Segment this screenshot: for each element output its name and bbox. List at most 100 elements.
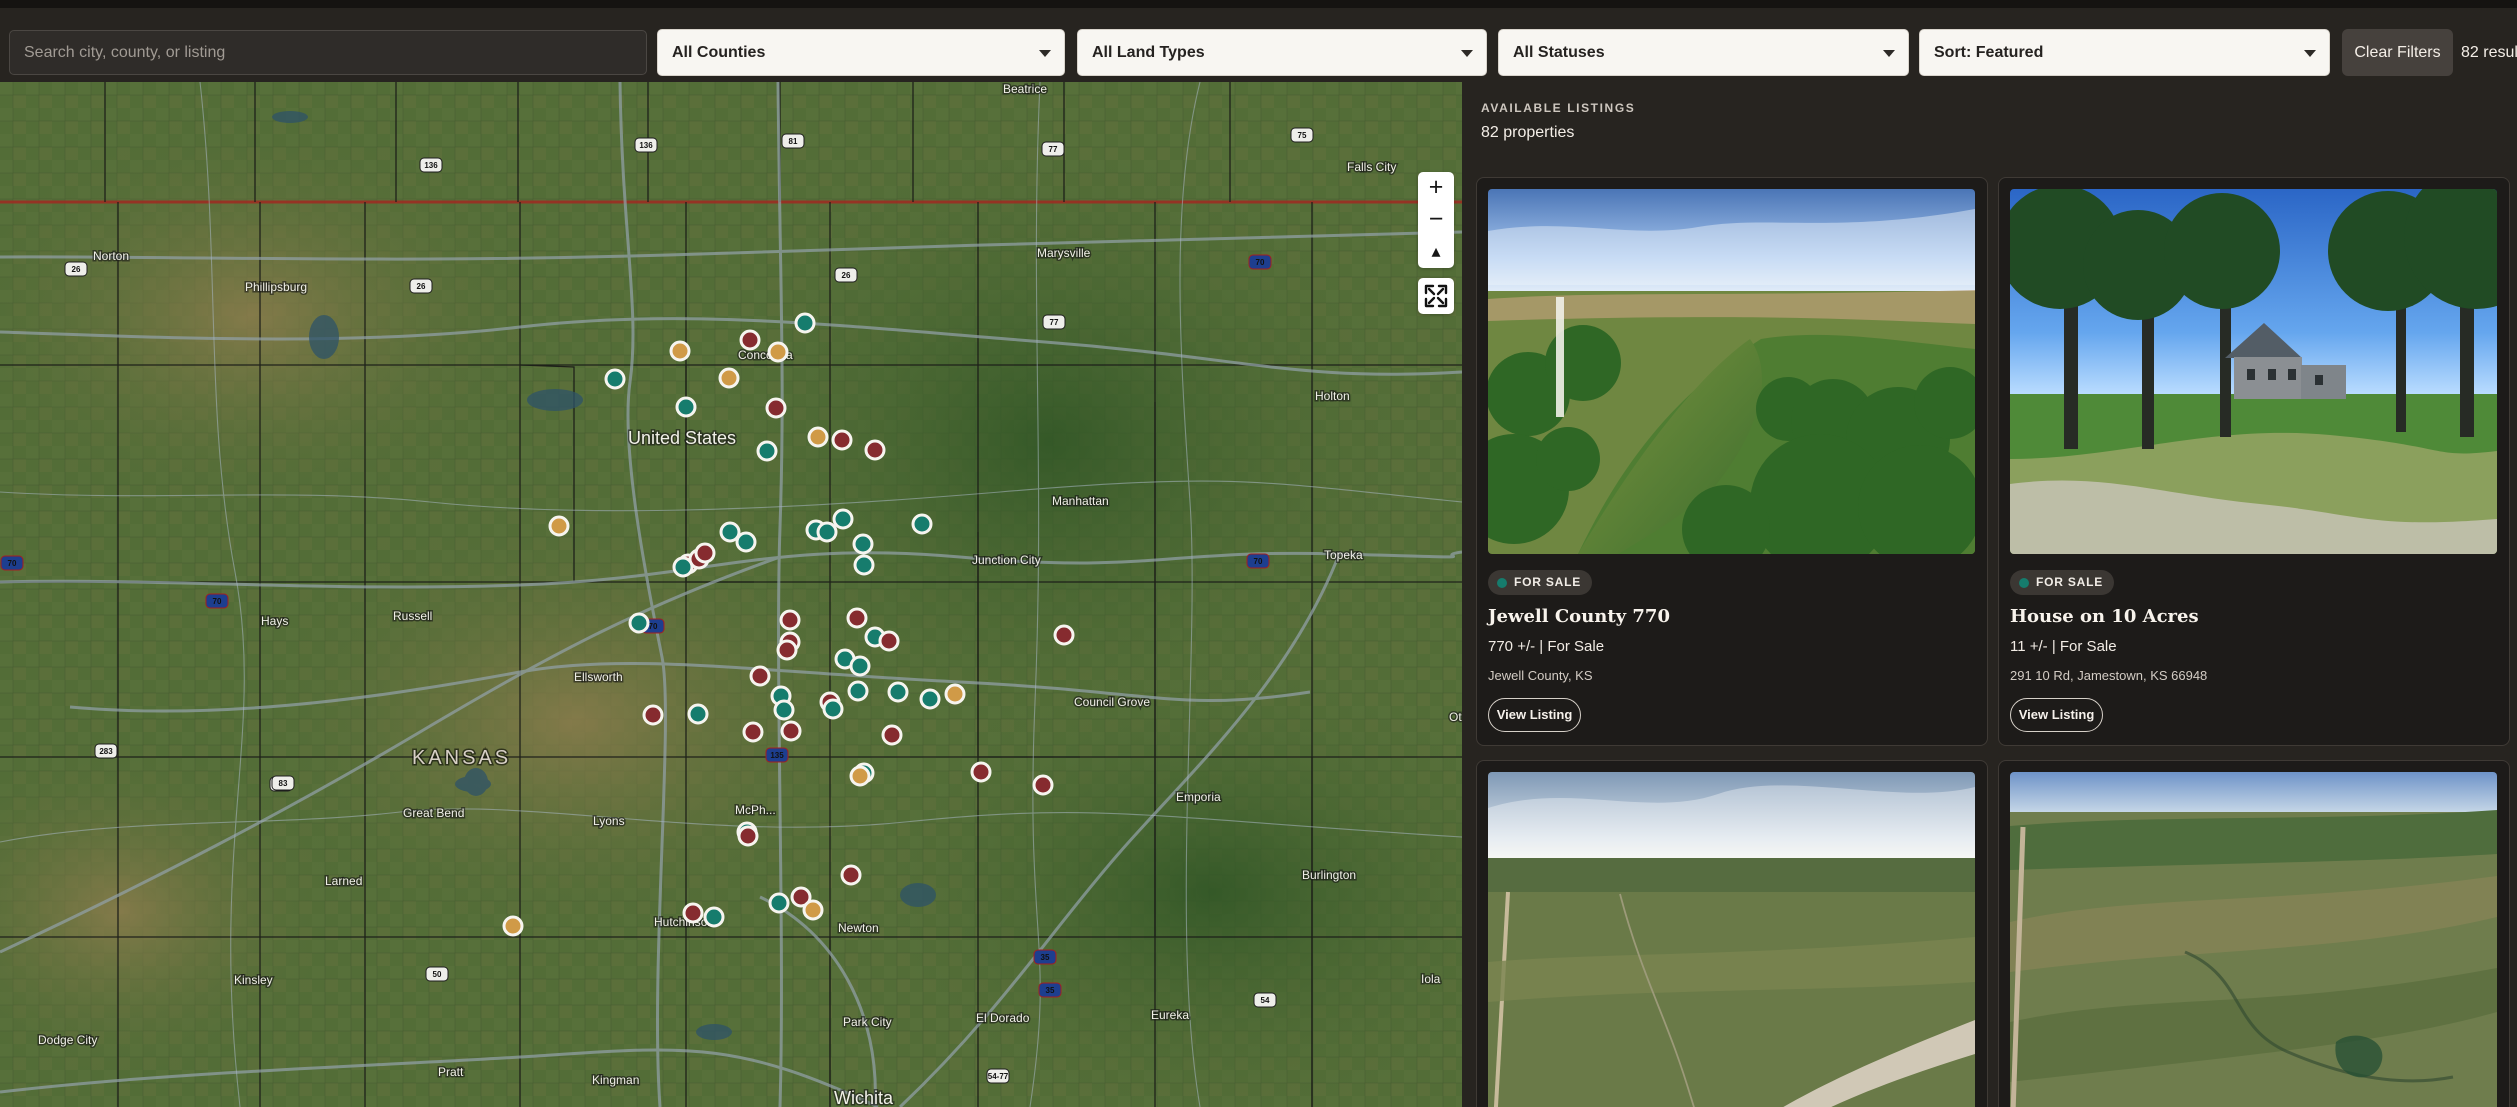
listing-card[interactable]: FOR SALE Jewell County 770 770 +/- | For… — [1476, 177, 1988, 746]
property-marker-44[interactable] — [944, 683, 966, 705]
road-shield-label: 70 — [213, 597, 222, 606]
property-marker-48[interactable] — [780, 720, 802, 742]
property-marker-5[interactable] — [767, 341, 789, 363]
map-label-dodge-city: Dodge City — [38, 1033, 97, 1047]
road-shield-75: 75 — [1290, 127, 1314, 143]
road-shield-label: 70 — [8, 559, 17, 568]
road-shield-54-77: 54-77 — [986, 1068, 1010, 1084]
map-label-el-dorado: El Dorado — [976, 1011, 1030, 1025]
property-marker-38[interactable] — [773, 699, 795, 721]
property-marker-13[interactable] — [548, 515, 570, 537]
road-shield-label: 81 — [789, 137, 798, 146]
view-listing-button[interactable]: View Listing — [2010, 698, 2103, 732]
property-marker-9[interactable] — [807, 426, 829, 448]
property-marker-61[interactable] — [703, 906, 725, 928]
property-marker-12[interactable] — [756, 440, 778, 462]
sort-select[interactable]: Sort: Featured — [1919, 29, 2330, 76]
property-marker-21[interactable] — [816, 521, 838, 543]
property-marker-53[interactable] — [1032, 774, 1054, 796]
property-marker-25[interactable] — [911, 513, 933, 535]
road-shield-label: 75 — [1298, 131, 1307, 140]
listing-card[interactable] — [1476, 760, 1988, 1107]
property-marker-50[interactable] — [849, 765, 871, 787]
property-marker-51[interactable] — [881, 724, 903, 746]
property-marker-42[interactable] — [887, 681, 909, 703]
status-badge-label: FOR SALE — [2036, 575, 2104, 589]
property-marker-26[interactable] — [628, 612, 650, 634]
property-marker-55[interactable] — [737, 825, 759, 847]
road-shield-label: 135 — [770, 751, 784, 760]
map-label-topeka: Topeka — [1324, 548, 1363, 562]
listing-card[interactable]: FOR SALE House on 10 Acres 11 +/- | For … — [1998, 177, 2510, 746]
property-marker-2[interactable] — [669, 340, 691, 362]
property-marker-58[interactable] — [802, 899, 824, 921]
status-filter-select[interactable]: All Statuses — [1498, 29, 1909, 76]
map-label-ellsworth: Ellsworth — [574, 670, 623, 684]
listing-map[interactable]: Beatrice Falls City Norton Phillipsburg … — [0, 82, 1462, 1107]
property-marker-24[interactable] — [853, 554, 875, 576]
reset-bearing-button[interactable]: ▴ — [1418, 236, 1454, 268]
listing-photo[interactable] — [1488, 772, 1975, 1107]
listing-title[interactable]: Jewell County 770 — [1488, 606, 1670, 627]
property-marker-8[interactable] — [765, 397, 787, 419]
property-marker-30[interactable] — [846, 607, 868, 629]
property-marker-56[interactable] — [840, 864, 862, 886]
property-marker-47[interactable] — [742, 721, 764, 743]
property-marker-62[interactable] — [502, 915, 524, 937]
listing-card[interactable] — [1998, 760, 2510, 1107]
property-marker-27[interactable] — [779, 609, 801, 631]
map-label-ot: Ot — [1449, 710, 1462, 724]
property-marker-35[interactable] — [1053, 624, 1075, 646]
property-marker-3[interactable] — [675, 396, 697, 418]
property-marker-32[interactable] — [878, 630, 900, 652]
fullscreen-button[interactable] — [1418, 278, 1454, 314]
property-marker-23[interactable] — [852, 533, 874, 555]
land-type-filter-select[interactable]: All Land Types — [1077, 29, 1487, 76]
property-marker-6[interactable] — [794, 312, 816, 334]
filter-toolbar: Search city, county, or listing All Coun… — [0, 0, 2517, 82]
listing-location: Jewell County, KS — [1488, 668, 1593, 683]
property-marker-40[interactable] — [822, 698, 844, 720]
property-marker-22[interactable] — [832, 508, 854, 530]
listing-photo[interactable] — [2010, 772, 2497, 1107]
search-input[interactable]: Search city, county, or listing — [9, 30, 647, 75]
property-marker-11[interactable] — [864, 439, 886, 461]
clear-filters-button[interactable]: Clear Filters — [2342, 29, 2453, 76]
property-marker-17[interactable] — [672, 556, 694, 578]
property-marker-36[interactable] — [749, 665, 771, 687]
property-marker-41[interactable] — [847, 680, 869, 702]
listing-location: 291 10 Rd, Jamestown, KS 66948 — [2010, 668, 2208, 683]
map-label-hays: Hays — [261, 614, 288, 628]
road-shield-81: 81 — [781, 133, 805, 149]
property-marker-19[interactable] — [735, 531, 757, 553]
road-shield-50: 50 — [425, 966, 449, 982]
property-marker-4[interactable] — [739, 329, 761, 351]
property-marker-45[interactable] — [642, 704, 664, 726]
road-shield-83: 83 — [271, 775, 295, 791]
road-shield-label: 136 — [639, 141, 653, 150]
property-marker-29[interactable] — [776, 639, 798, 661]
listing-photo[interactable] — [1488, 189, 1975, 554]
property-marker-43[interactable] — [919, 688, 941, 710]
map-label-eureka: Eureka — [1151, 1008, 1189, 1022]
map-zoom-controls: + − ▴ — [1418, 172, 1454, 268]
property-marker-1[interactable] — [604, 368, 626, 390]
property-marker-60[interactable] — [682, 902, 704, 924]
satellite-map-canvas[interactable]: Beatrice Falls City Norton Phillipsburg … — [0, 82, 1462, 1107]
property-marker-10[interactable] — [831, 429, 853, 451]
view-listing-button[interactable]: View Listing — [1488, 698, 1581, 732]
property-marker-52[interactable] — [970, 761, 992, 783]
road-shield-label: 77 — [1049, 145, 1058, 154]
property-marker-59[interactable] — [768, 892, 790, 914]
property-marker-16[interactable] — [694, 542, 716, 564]
road-shield-70: 70 — [1246, 553, 1270, 569]
zoom-in-button[interactable]: + — [1418, 172, 1454, 204]
zoom-out-button[interactable]: − — [1418, 204, 1454, 236]
county-filter-select[interactable]: All Counties — [657, 29, 1065, 76]
property-marker-7[interactable] — [718, 367, 740, 389]
property-marker-46[interactable] — [687, 703, 709, 725]
listing-title[interactable]: House on 10 Acres — [2010, 606, 2199, 627]
listing-photo[interactable] — [2010, 189, 2497, 554]
property-marker-34[interactable] — [849, 655, 871, 677]
map-label-norton: Norton — [93, 249, 129, 263]
